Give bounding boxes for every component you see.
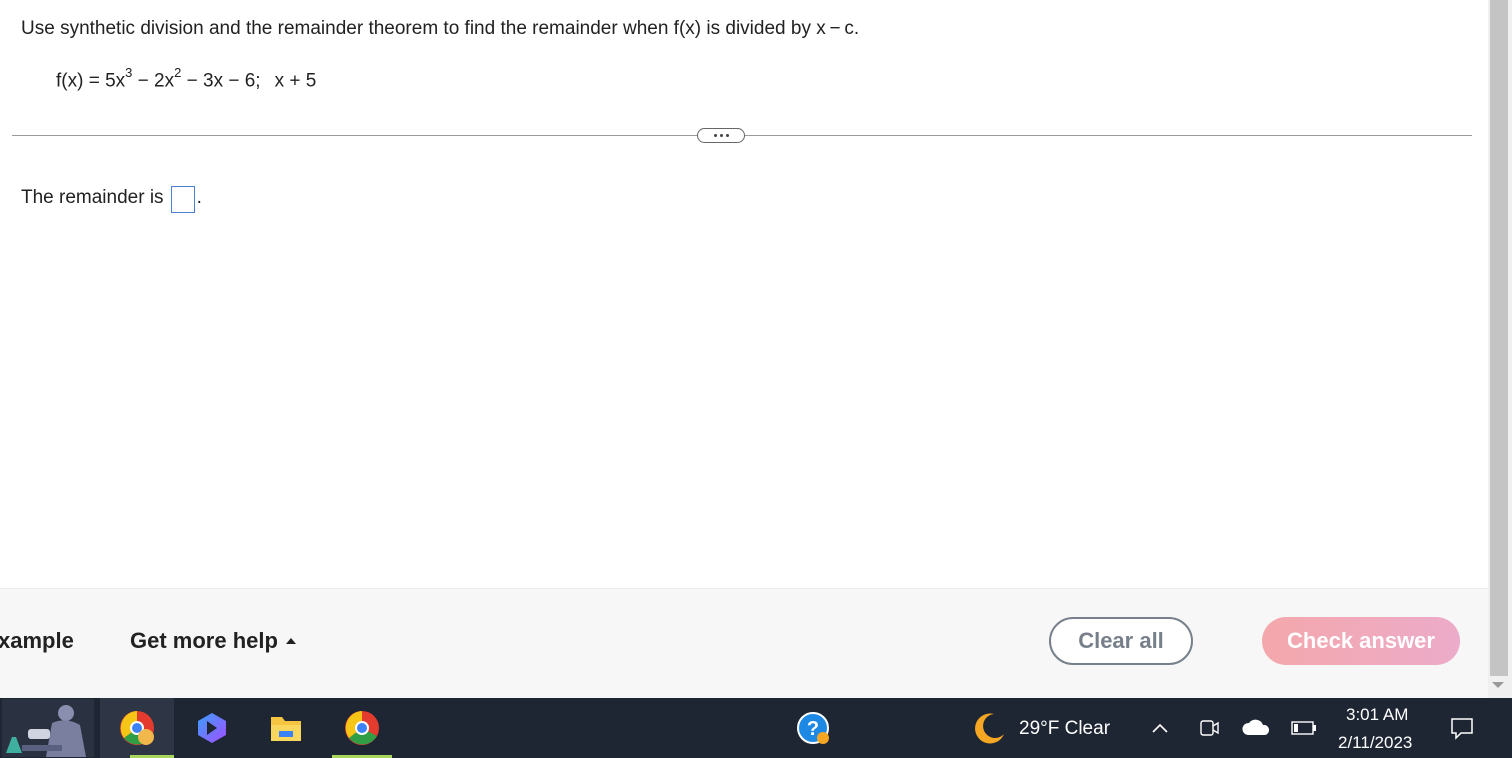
remainder-input[interactable] — [170, 186, 195, 213]
equation-term-2: − 2x — [132, 70, 175, 92]
expand-button[interactable] — [697, 128, 745, 143]
clock-date[interactable]: 2/11/2023 — [1338, 733, 1412, 753]
check-answer-button[interactable]: Check answer — [1262, 617, 1460, 665]
clear-all-button[interactable]: Clear all — [1049, 617, 1193, 665]
caret-up-icon — [285, 638, 296, 644]
onedrive-icon[interactable] — [1240, 716, 1272, 740]
bing-icon[interactable] — [186, 698, 238, 758]
ellipsis-icon-dot — [719, 134, 723, 137]
file-explorer-icon[interactable] — [262, 698, 310, 758]
science-app-icon[interactable] — [0, 698, 96, 758]
answer-suffix: . — [196, 187, 202, 208]
equation-rest: − 3x − 6; — [181, 70, 261, 92]
weather-status[interactable]: 29°F Clear — [1019, 718, 1110, 740]
scroll-thumb[interactable] — [1490, 0, 1508, 676]
answer-line: The remainder is . — [21, 182, 202, 213]
moon-icon[interactable] — [968, 708, 1008, 748]
meet-now-icon[interactable] — [1196, 716, 1222, 740]
chrome-icon[interactable] — [332, 698, 392, 758]
ellipsis-icon-dot — [725, 134, 729, 137]
exponent-3: 3 — [125, 65, 133, 80]
get-more-help-label: Get more help — [130, 628, 278, 653]
help-icon[interactable]: ? — [792, 698, 834, 758]
view-example-link[interactable]: xample — [0, 628, 74, 654]
windows-taskbar: ? 29°F Clear 3:01 AM 2/11/2023 — [0, 698, 1512, 758]
chevron-up-icon[interactable] — [1148, 718, 1172, 738]
question-instruction: Use synthetic division and the remainder… — [21, 18, 860, 39]
function-equation: f(x) = 5x3 − 2x2 − 3x − 6; x + 5 — [56, 65, 317, 92]
exponent-2: 2 — [174, 65, 182, 80]
get-more-help-link[interactable]: Get more help — [130, 628, 296, 654]
battery-icon[interactable] — [1290, 718, 1318, 738]
divisor: x + 5 — [274, 70, 317, 92]
ellipsis-icon — [713, 134, 717, 137]
scroll-down-arrow-icon[interactable] — [1492, 682, 1504, 688]
notification-icon[interactable] — [1448, 714, 1476, 742]
chrome-profile-icon[interactable] — [100, 698, 174, 758]
equation-lhs: f(x) = 5x — [56, 70, 126, 92]
question-area: Use synthetic division and the remainder… — [0, 0, 1488, 588]
answer-prefix: The remainder is — [21, 187, 164, 208]
vertical-scrollbar[interactable] — [1488, 0, 1512, 698]
clock-time[interactable]: 3:01 AM — [1346, 705, 1408, 725]
bottom-action-bar: xample Get more help Clear all Check ans… — [0, 588, 1488, 698]
